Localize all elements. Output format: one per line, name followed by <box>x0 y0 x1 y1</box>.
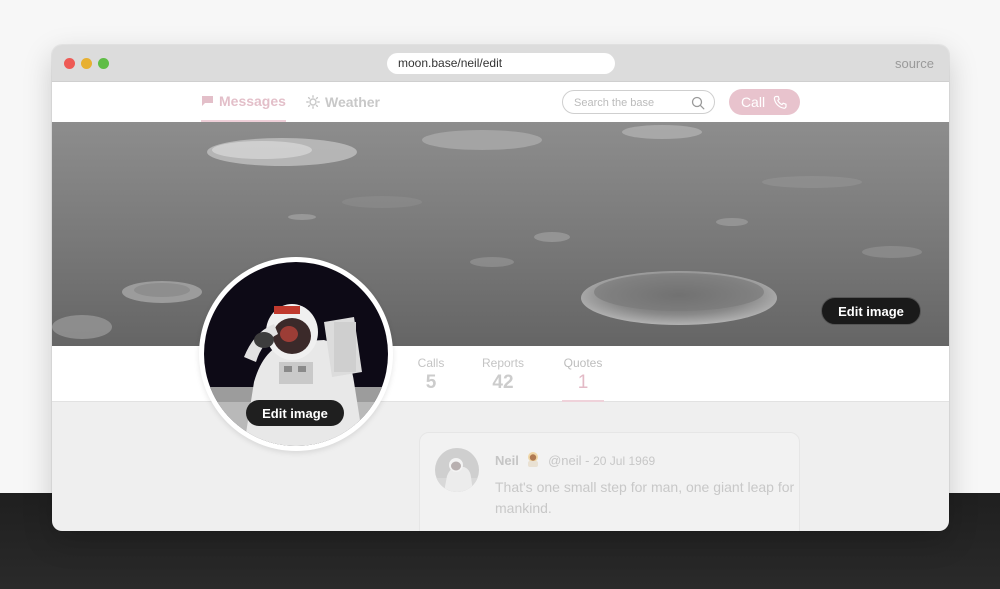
tab-weather[interactable]: Weather <box>306 82 380 122</box>
browser-titlebar: moon.base/neil/edit source <box>52 45 949 82</box>
post-text: That's one small step for man, one giant… <box>495 479 795 516</box>
source-label[interactable]: source <box>895 56 934 71</box>
address-bar[interactable]: moon.base/neil/edit <box>387 53 615 74</box>
stat-reports[interactable]: Reports 42 <box>478 346 528 402</box>
quote-post-card[interactable]: Neil @neil - 20 Jul 1969 That's one smal… <box>419 432 800 531</box>
stat-reports-label: Reports <box>481 356 525 370</box>
search-icon[interactable] <box>691 96 705 110</box>
maximize-window-button[interactable] <box>98 58 109 69</box>
sun-icon <box>306 95 320 109</box>
post-separator: - <box>585 453 590 468</box>
astronaut-emoji-icon <box>525 451 541 470</box>
edit-avatar-image-button[interactable]: Edit image <box>246 400 344 426</box>
astronaut-thumbnail <box>435 448 479 492</box>
phone-icon <box>773 95 787 109</box>
top-navbar: Messages Weather Call <box>52 82 949 122</box>
stat-quotes-value: 1 <box>577 372 589 393</box>
tab-messages-label: Messages <box>219 93 286 109</box>
chat-bubble-icon <box>202 96 213 106</box>
search-box[interactable] <box>562 90 715 114</box>
minimize-window-button[interactable] <box>81 58 92 69</box>
moon-surface-image <box>52 122 949 346</box>
stat-quotes[interactable]: Quotes 1 <box>562 346 604 402</box>
stat-reports-value: 42 <box>492 372 514 393</box>
post-header: Neil @neil - 20 Jul 1969 <box>495 451 655 470</box>
browser-window: moon.base/neil/edit source Messages Weat… <box>52 45 949 531</box>
profile-stats-bar: Calls 5 Reports 42 Quotes 1 <box>52 346 949 402</box>
post-author-handle[interactable]: @neil <box>548 453 581 468</box>
stat-calls[interactable]: Calls 5 <box>414 346 448 402</box>
tab-weather-label: Weather <box>325 94 380 110</box>
post-author-avatar[interactable] <box>435 448 479 492</box>
search-input[interactable] <box>574 94 689 111</box>
post-author-name[interactable]: Neil <box>495 453 519 468</box>
stat-quotes-label: Quotes <box>563 356 603 370</box>
edit-cover-image-button[interactable]: Edit image <box>821 297 921 325</box>
call-button-label: Call <box>740 94 766 110</box>
stat-calls-label: Calls <box>417 356 445 370</box>
cover-image: Edit image <box>52 122 949 346</box>
call-button[interactable]: Call <box>729 89 800 115</box>
tab-messages[interactable]: Messages <box>201 82 286 122</box>
close-window-button[interactable] <box>64 58 75 69</box>
post-date: 20 Jul 1969 <box>593 454 656 468</box>
stat-calls-value: 5 <box>425 372 437 393</box>
